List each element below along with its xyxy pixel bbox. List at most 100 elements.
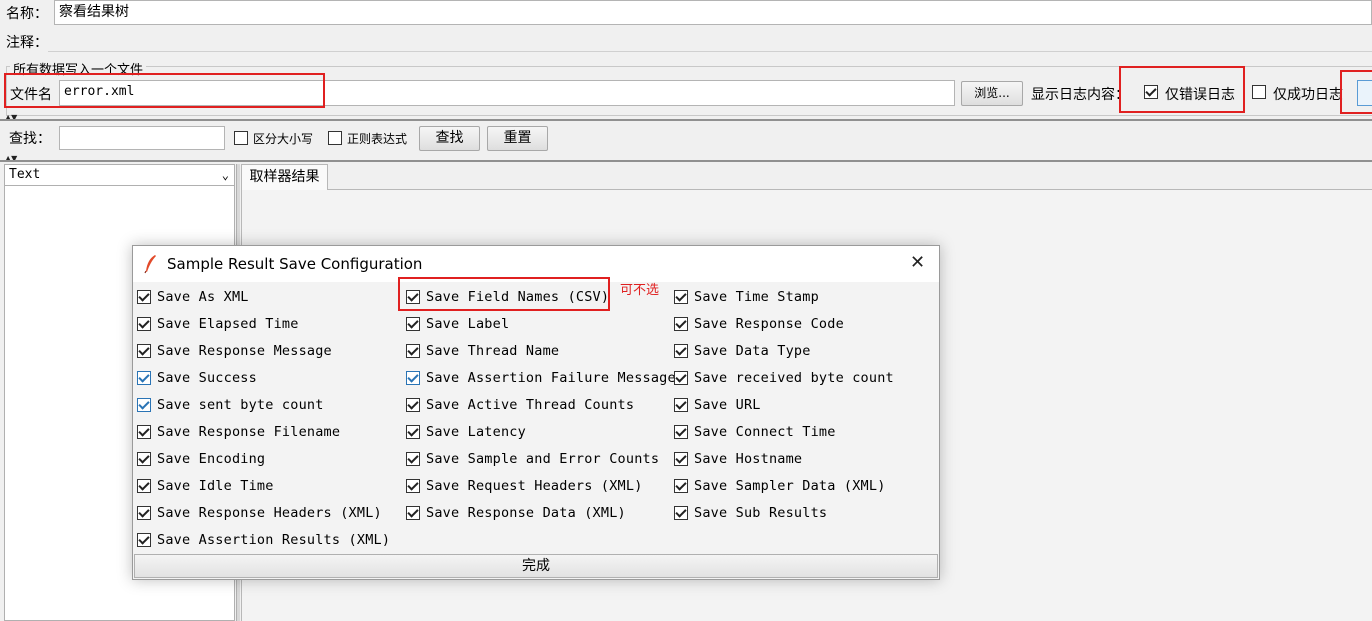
save-option-label: Save As XML [157, 289, 249, 305]
save-option-item[interactable]: Save Response Filename [137, 422, 340, 442]
save-option-label: Save Response Data (XML) [426, 505, 626, 521]
save-option-item[interactable]: Save Success [137, 368, 257, 388]
save-option-checkbox[interactable] [137, 290, 151, 304]
save-option-checkbox[interactable] [674, 506, 688, 520]
find-button[interactable]: 查找 [419, 126, 480, 151]
save-option-item[interactable]: Save Label [406, 314, 509, 334]
save-option-item[interactable]: Save Data Type [674, 341, 811, 361]
case-sensitive-label: 区分大小写 [253, 132, 314, 146]
comment-input[interactable] [48, 28, 1372, 52]
save-option-checkbox[interactable] [406, 425, 420, 439]
save-option-checkbox[interactable] [406, 371, 420, 385]
dialog-title: Sample Result Save Configuration [167, 255, 423, 273]
splitter-line-2 [0, 160, 1372, 162]
save-option-item[interactable]: Save Latency [406, 422, 526, 442]
save-option-label: Save Time Stamp [694, 289, 819, 305]
save-option-label: Save URL [694, 397, 761, 413]
save-option-checkbox[interactable] [137, 425, 151, 439]
save-option-checkbox[interactable] [406, 344, 420, 358]
save-option-checkbox[interactable] [674, 290, 688, 304]
save-option-checkbox[interactable] [406, 398, 420, 412]
save-option-item[interactable]: Save Thread Name [406, 341, 559, 361]
save-option-item[interactable]: Save Hostname [674, 449, 802, 469]
save-option-checkbox[interactable] [137, 371, 151, 385]
save-option-item[interactable]: Save As XML [137, 287, 249, 307]
save-option-item[interactable]: Save Response Data (XML) [406, 503, 626, 523]
save-option-label: Save Request Headers (XML) [426, 478, 643, 494]
save-option-item[interactable]: Save Time Stamp [674, 287, 819, 307]
save-option-label: Save Hostname [694, 451, 803, 467]
save-option-label: Save Sample and Error Counts [426, 451, 660, 467]
tab-sampler-result[interactable]: 取样器结果 [241, 164, 328, 190]
save-option-label: Save Elapsed Time [157, 316, 299, 332]
save-option-item[interactable]: Save URL [674, 395, 761, 415]
save-option-label: Save Active Thread Counts [426, 397, 635, 413]
save-option-item[interactable]: Save Elapsed Time [137, 314, 299, 334]
save-option-checkbox[interactable] [137, 479, 151, 493]
name-label: 名称： [6, 6, 48, 22]
name-input[interactable]: 察看结果树 [54, 0, 1372, 25]
save-option-checkbox[interactable] [674, 479, 688, 493]
search-input[interactable] [59, 126, 225, 150]
save-option-checkbox[interactable] [406, 479, 420, 493]
save-option-checkbox[interactable] [674, 317, 688, 331]
save-option-item[interactable]: Save Response Code [674, 314, 844, 334]
save-option-item[interactable]: Save sent byte count [137, 395, 324, 415]
save-option-checkbox[interactable] [406, 506, 420, 520]
save-option-label: Save Latency [426, 424, 526, 440]
save-option-label: Save sent byte count [157, 397, 324, 413]
save-option-item[interactable]: Save Encoding [137, 449, 265, 469]
save-option-checkbox[interactable] [674, 425, 688, 439]
save-option-label: Save Assertion Results (XML) [157, 532, 391, 548]
filename-highlight [4, 73, 325, 108]
log-content-label: 显示日志内容： [1031, 87, 1129, 103]
renderer-select-value: Text [9, 167, 41, 182]
chevron-down-icon: ⌄ [221, 168, 229, 182]
save-option-item[interactable]: Save Request Headers (XML) [406, 476, 643, 496]
browse-button[interactable]: 浏览... [961, 81, 1023, 106]
save-option-checkbox[interactable] [137, 506, 151, 520]
save-option-item[interactable]: Save Sub Results [674, 503, 827, 523]
save-option-item[interactable]: Save Assertion Failure Message [406, 368, 676, 388]
configure-button[interactable] [1357, 80, 1372, 106]
save-option-item[interactable]: Save Assertion Results (XML) [137, 530, 390, 550]
case-sensitive-checkbox[interactable] [234, 131, 248, 149]
save-option-item[interactable]: Save Idle Time [137, 476, 274, 496]
save-option-item[interactable]: Save received byte count [674, 368, 894, 388]
close-icon[interactable]: ✕ [910, 252, 925, 273]
success-only-checkbox[interactable] [1252, 85, 1266, 103]
save-option-label: Save Connect Time [694, 424, 836, 440]
success-only-label: 仅成功日志 [1273, 87, 1343, 103]
save-option-label: Save Response Message [157, 343, 332, 359]
save-option-item[interactable]: Save Sample and Error Counts [406, 449, 659, 469]
save-option-checkbox[interactable] [674, 452, 688, 466]
done-button[interactable]: 完成 [134, 554, 938, 578]
save-option-checkbox[interactable] [674, 344, 688, 358]
save-option-checkbox[interactable] [406, 452, 420, 466]
renderer-select[interactable]: Text ⌄ [4, 164, 235, 186]
save-option-item[interactable]: Save Response Message [137, 341, 332, 361]
save-option-checkbox[interactable] [137, 344, 151, 358]
save-option-label: Save Response Filename [157, 424, 341, 440]
regex-label: 正则表达式 [347, 132, 408, 146]
save-option-label: Save Response Headers (XML) [157, 505, 382, 521]
save-option-label: Save Sampler Data (XML) [694, 478, 886, 494]
save-option-checkbox[interactable] [137, 533, 151, 547]
errors-only-highlight [1119, 66, 1245, 113]
save-option-label: Save Data Type [694, 343, 811, 359]
save-option-checkbox[interactable] [137, 452, 151, 466]
save-option-item[interactable]: Save Active Thread Counts [406, 395, 634, 415]
save-option-item[interactable]: Save Connect Time [674, 422, 836, 442]
save-option-item[interactable]: Save Sampler Data (XML) [674, 476, 886, 496]
reset-button[interactable]: 重置 [487, 126, 548, 151]
save-option-checkbox[interactable] [406, 317, 420, 331]
save-option-checkbox[interactable] [137, 398, 151, 412]
regex-checkbox[interactable] [328, 131, 342, 149]
save-option-label: Save Encoding [157, 451, 266, 467]
save-option-item[interactable]: Save Response Headers (XML) [137, 503, 382, 523]
save-option-label: Save received byte count [694, 370, 894, 386]
save-option-checkbox[interactable] [674, 371, 688, 385]
save-option-label: Save Sub Results [694, 505, 828, 521]
save-option-checkbox[interactable] [674, 398, 688, 412]
save-option-checkbox[interactable] [137, 317, 151, 331]
